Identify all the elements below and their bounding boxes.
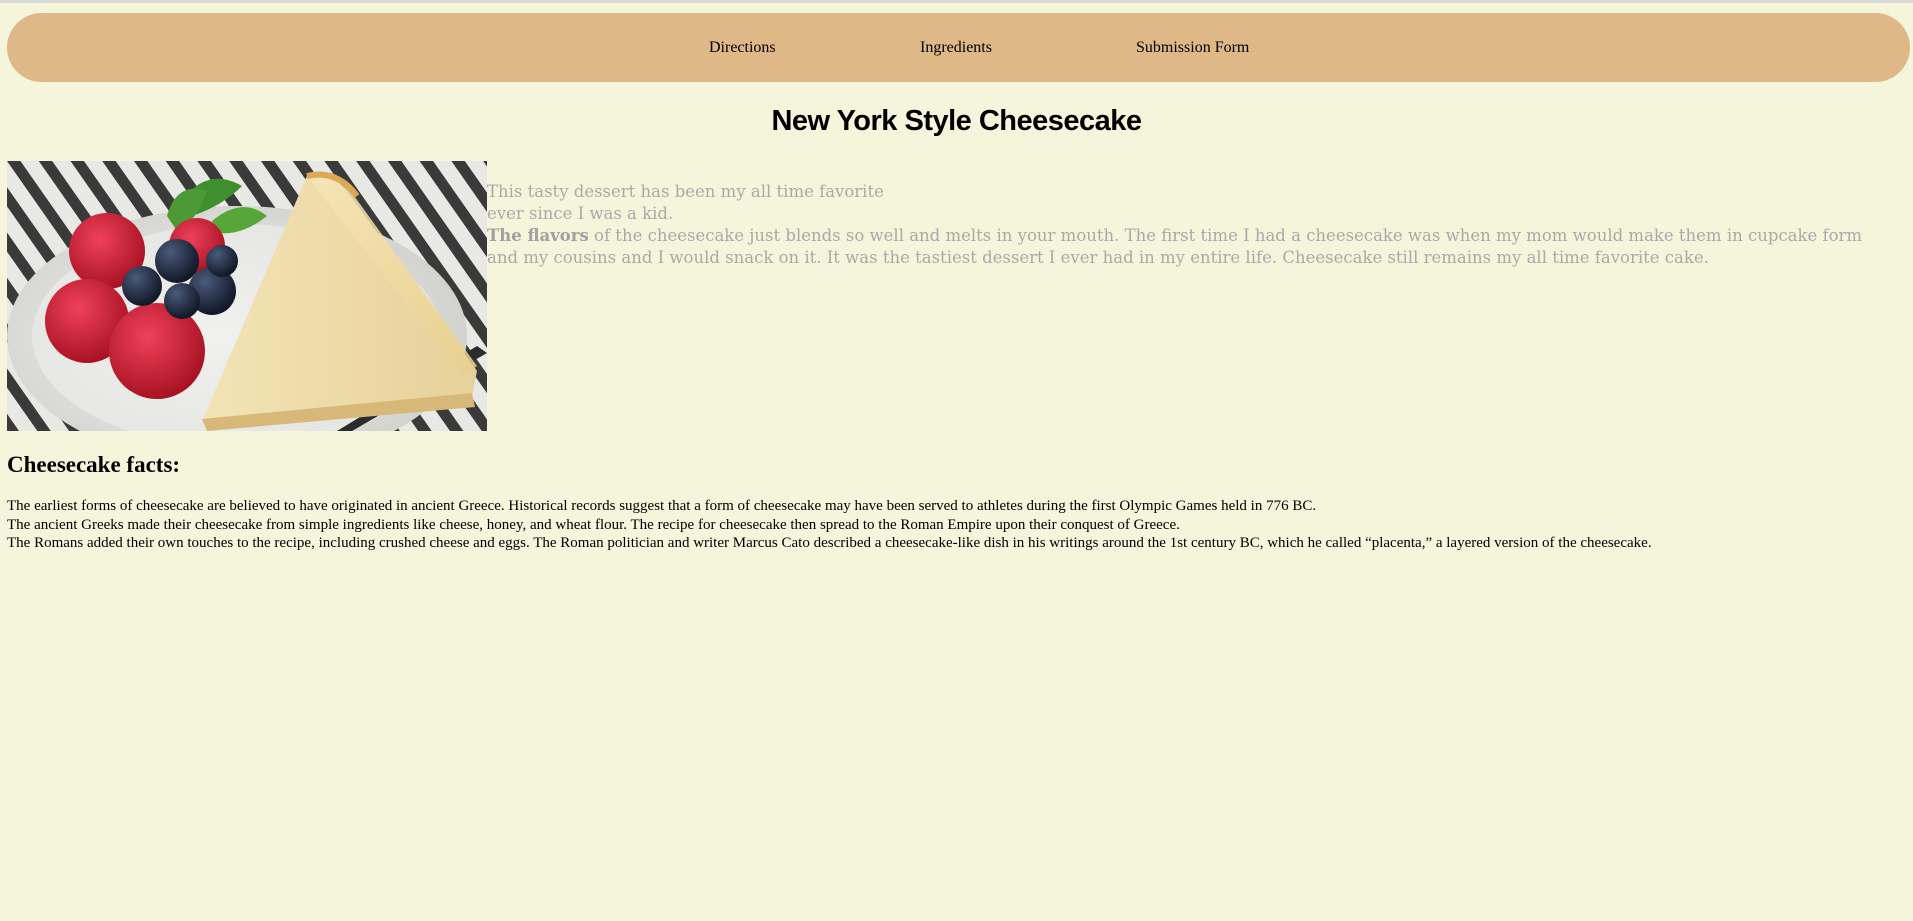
nav-link-ingredients[interactable]: Ingredients [920,38,992,58]
intro-line-2: ever since I was a kid. [487,204,674,223]
facts-paragraph: The earliest forms of cheesecake are bel… [7,497,1887,553]
nav-link-directions[interactable]: Directions [709,38,776,58]
fact-line: The ancient Greeks made their cheesecake… [7,516,1180,533]
intro-paragraph: This tasty dessert has been my all time … [487,181,1887,269]
page-title: New York Style Cheesecake [771,105,1142,137]
nav-link-submission-form[interactable]: Submission Form [1136,38,1249,58]
cheesecake-photo [7,161,487,431]
fact-line: The Romans added their own touches to th… [7,535,1652,551]
intro-line-1: This tasty dessert has been my all time … [487,182,884,201]
navigation-bar: Directions Ingredients Submission Form [7,13,1910,82]
intro-bold-lead: The flavors [487,226,589,245]
fact-line: The earliest forms of cheesecake are bel… [7,498,1317,514]
facts-heading: Cheesecake facts: [7,452,181,477]
intro-body-text: of the cheesecake just blends so well an… [487,226,1863,267]
browser-top-edge [0,0,1913,3]
